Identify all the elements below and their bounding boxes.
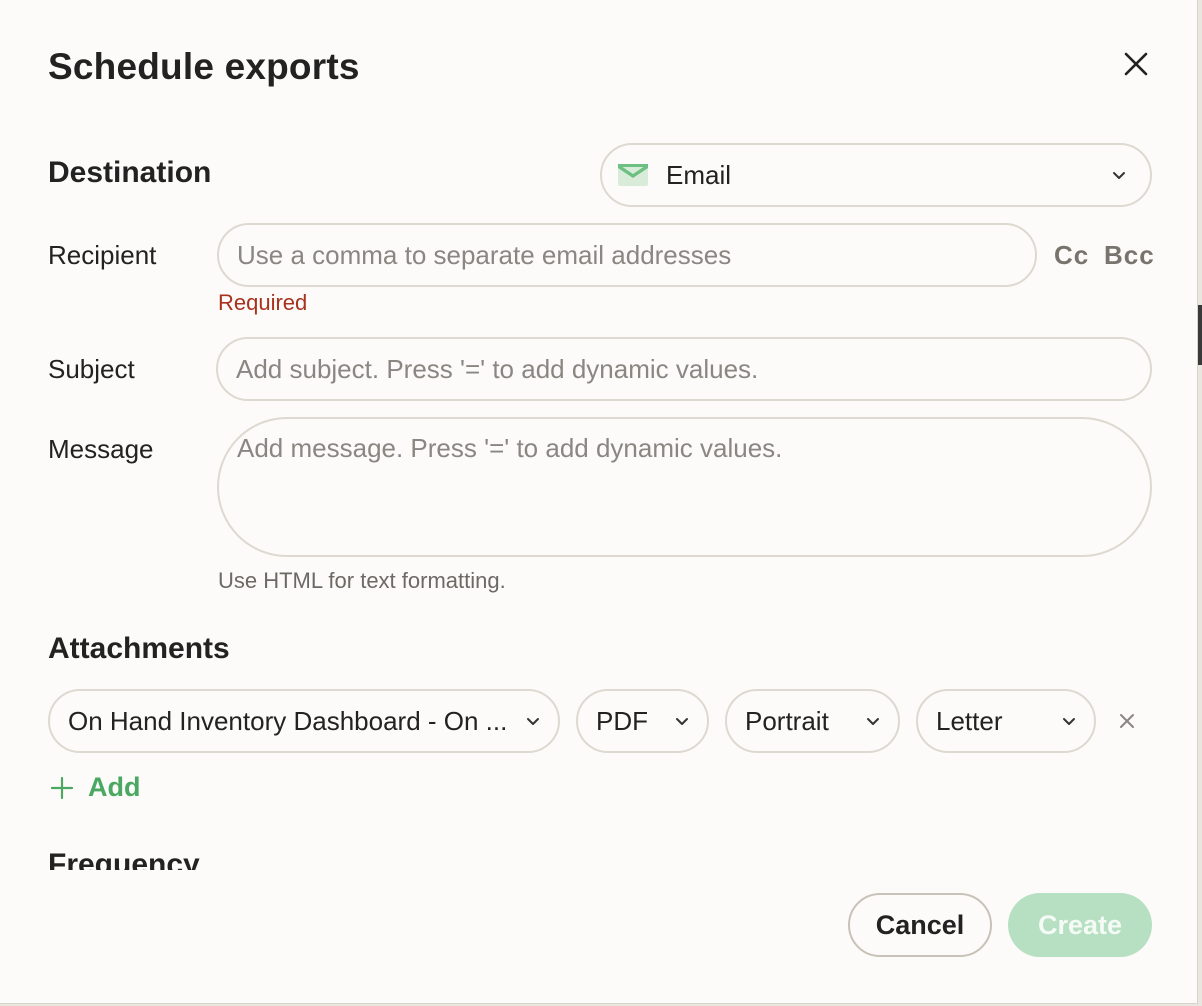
dialog-title: Schedule exports xyxy=(48,46,360,87)
cancel-button[interactable]: Cancel xyxy=(848,893,992,957)
scrollbar-edge xyxy=(1198,305,1202,365)
chevron-down-icon xyxy=(867,718,879,725)
plus-icon xyxy=(50,776,74,799)
recipient-error-text: Required xyxy=(218,290,308,315)
schedule-exports-dialog: Schedule exports Destination Email Recip… xyxy=(0,0,1198,1004)
attachment-orientation-select[interactable]: Portrait xyxy=(725,689,900,753)
attachment-paper-size-label: Letter xyxy=(936,705,1003,736)
message-helper-text: Use HTML for text formatting. xyxy=(218,568,506,593)
chevron-down-icon xyxy=(527,718,539,725)
subject-label: Subject xyxy=(48,354,135,384)
close-icon xyxy=(1120,714,1134,728)
subject-input[interactable] xyxy=(216,337,1152,401)
destination-select[interactable]: Email xyxy=(600,143,1152,207)
close-icon xyxy=(1124,52,1148,76)
create-button[interactable]: Create xyxy=(1008,893,1152,957)
attachment-orientation-label: Portrait xyxy=(745,705,829,736)
bcc-link[interactable]: Bcc xyxy=(1104,240,1155,271)
chevron-down-icon xyxy=(1113,172,1125,179)
message-label: Message xyxy=(48,434,154,464)
message-textarea[interactable] xyxy=(217,417,1152,557)
add-attachment-button[interactable]: Add xyxy=(50,772,140,803)
frequency-heading: Frequency xyxy=(48,848,200,870)
email-envelope-icon xyxy=(618,164,648,186)
remove-attachment-button[interactable] xyxy=(1116,710,1138,732)
attachments-heading: Attachments xyxy=(48,632,230,665)
recipient-label: Recipient xyxy=(48,240,157,270)
attachment-dashboard-select[interactable]: On Hand Inventory Dashboard - On ... xyxy=(48,689,560,753)
attachment-format-select[interactable]: PDF xyxy=(576,689,709,753)
attachment-dashboard-label: On Hand Inventory Dashboard - On ... xyxy=(68,705,508,736)
add-attachment-label: Add xyxy=(88,772,141,802)
attachment-format-label: PDF xyxy=(596,705,648,736)
destination-selected-label: Email xyxy=(666,159,732,190)
destination-heading: Destination xyxy=(48,156,212,189)
chevron-down-icon xyxy=(1063,718,1075,725)
chevron-down-icon xyxy=(676,718,688,725)
cc-link[interactable]: Cc xyxy=(1054,240,1089,271)
close-button[interactable] xyxy=(1116,44,1156,84)
recipient-input[interactable] xyxy=(217,223,1037,287)
attachment-paper-size-select[interactable]: Letter xyxy=(916,689,1096,753)
